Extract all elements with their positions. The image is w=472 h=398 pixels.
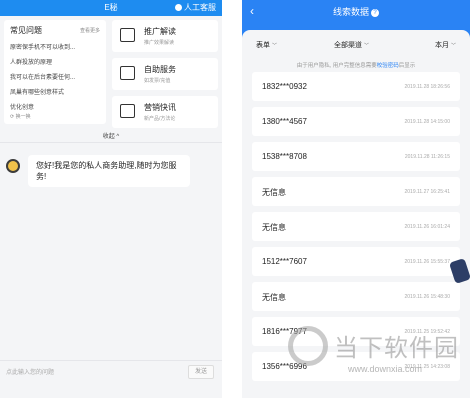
lead-time: 2019.11.26 16:01:24	[404, 224, 450, 230]
chat-input-bar: 点此输入您的问题 发送	[0, 360, 222, 382]
headset-icon	[175, 4, 182, 11]
service-subtitle: 推广效果解读	[144, 40, 175, 46]
lead-time: 2019.11.28 18:26:56	[404, 84, 450, 90]
service-marketing-news[interactable]: 营销快讯 新产品/方法论	[112, 96, 218, 128]
faq-question[interactable]: 人群投放的原理	[10, 57, 100, 66]
divider	[0, 142, 222, 143]
watermark-text: 当下软件园	[334, 334, 459, 362]
faq-refresh-label: 换一换	[15, 114, 31, 120]
service-self-help[interactable]: 自助服务 如发票/充值	[112, 58, 218, 90]
faq-more-link[interactable]: 查看更多	[80, 27, 100, 34]
news-icon	[120, 104, 135, 118]
service-subtitle: 新产品/方法论	[144, 116, 176, 122]
privacy-notice: 由于用户隐私, 用户完整信息需要校验密码后显示	[242, 61, 470, 69]
quick-panel: 常见问题 查看更多 原密保手机不可以收到... 人群投放的原理 我可以在后台素要…	[4, 20, 218, 128]
watermark: 当下软件园 www.downxia.com	[288, 324, 472, 398]
lead-time: 2019.11.27 16:25:41	[404, 189, 450, 195]
lead-row[interactable]: 无信息 2019.11.26 15:48:30	[252, 282, 460, 311]
lead-time: 2019.11.28 11:26:15	[404, 154, 450, 160]
service-name: 推广解读	[144, 27, 176, 36]
filter-bar: 表单 ﹀ 全部渠道 ﹀ 本月 ﹀	[242, 40, 470, 54]
service-name: 自助服务	[144, 65, 176, 74]
chevron-up-icon: ^	[116, 134, 120, 140]
assistant-header: E秘 人工客服	[0, 0, 222, 16]
lead-value: 1832***0932	[262, 82, 307, 91]
page-title-text: 线索数据	[332, 7, 369, 17]
lead-value: 无信息	[262, 223, 286, 232]
faq-question[interactable]: 凤巢有哪些创意样式	[10, 87, 100, 96]
watermark-logo-icon	[288, 326, 328, 366]
lead-value: 无信息	[262, 293, 286, 302]
filter-channel[interactable]: 全部渠道 ﹀	[334, 40, 369, 50]
privacy-notice-text: 由于用户隐私, 用户完整信息需要	[296, 63, 377, 69]
page-title: 线索数据?	[242, 5, 470, 18]
filter-type-label: 表单	[256, 42, 270, 49]
faq-question[interactable]: 我可以在后台素要任何...	[10, 72, 100, 81]
lead-row[interactable]: 1380***4567 2019.11.28 14:15:00	[252, 107, 460, 136]
filter-period-label: 本月	[434, 42, 449, 49]
chevron-down-icon: ﹀	[450, 43, 456, 49]
chart-icon	[120, 28, 135, 42]
chevron-down-icon: ﹀	[364, 43, 370, 49]
filter-type[interactable]: 表单 ﹀	[256, 40, 277, 50]
lead-row[interactable]: 1538***8708 2019.11.28 11:26:15	[252, 142, 460, 171]
watermark-url: www.downxia.com	[348, 364, 423, 374]
collapse-label: 收起	[102, 134, 115, 140]
lead-value: 1512***7607	[262, 257, 307, 266]
faq-question[interactable]: 优化创意	[10, 102, 100, 111]
lead-row[interactable]: 无信息 2019.11.27 16:25:41	[252, 177, 460, 206]
help-icon[interactable]: ?	[371, 8, 379, 17]
faq-card: 常见问题 查看更多 原密保手机不可以收到... 人群投放的原理 我可以在后台素要…	[4, 20, 106, 124]
lead-row[interactable]: 无信息 2019.11.26 16:01:24	[252, 212, 460, 241]
human-service-button[interactable]: 人工客服	[175, 2, 216, 13]
touch-icon	[120, 66, 135, 80]
faq-question[interactable]: 原密保手机不可以收到...	[10, 42, 100, 51]
assistant-screen: E秘 人工客服 常见问题 查看更多 原密保手机不可以收到... 人群投放的原理 …	[0, 0, 222, 398]
lead-row[interactable]: 1512***7607 2019.11.26 15:55:37	[252, 247, 460, 276]
service-promo-analysis[interactable]: 推广解读 推广效果解读	[112, 20, 218, 52]
assistant-message: 您好!我是您的私人商务助理,随时为您服务!	[28, 155, 190, 187]
privacy-notice-suffix: 后显示	[398, 63, 416, 69]
chevron-down-icon: ﹀	[272, 43, 278, 49]
faq-refresh-button[interactable]: ⟳ 换一换	[10, 113, 31, 120]
lead-value: 1538***8708	[262, 152, 307, 161]
chat-input[interactable]: 点此输入您的问题	[6, 367, 54, 376]
lead-value: 无信息	[262, 188, 286, 197]
send-button[interactable]: 发送	[188, 365, 214, 379]
lead-row[interactable]: 1832***0932 2019.11.28 18:26:56	[252, 72, 460, 101]
verify-password-link[interactable]: 校验密码	[377, 63, 399, 69]
service-name: 营销快讯	[144, 103, 176, 112]
lead-value: 1380***4567	[262, 117, 307, 126]
filter-channel-label: 全部渠道	[334, 42, 362, 49]
assistant-avatar	[6, 159, 20, 173]
collapse-button[interactable]: 收起 ^	[0, 131, 222, 140]
service-subtitle: 如发票/充值	[144, 78, 171, 84]
lead-time: 2019.11.28 14:15:00	[404, 119, 450, 125]
lead-time: 2019.11.26 15:48:30	[404, 294, 450, 300]
human-service-label: 人工客服	[184, 3, 216, 12]
lead-time: 2019.11.26 15:55:37	[404, 259, 450, 265]
filter-period[interactable]: 本月 ﹀	[435, 40, 456, 50]
